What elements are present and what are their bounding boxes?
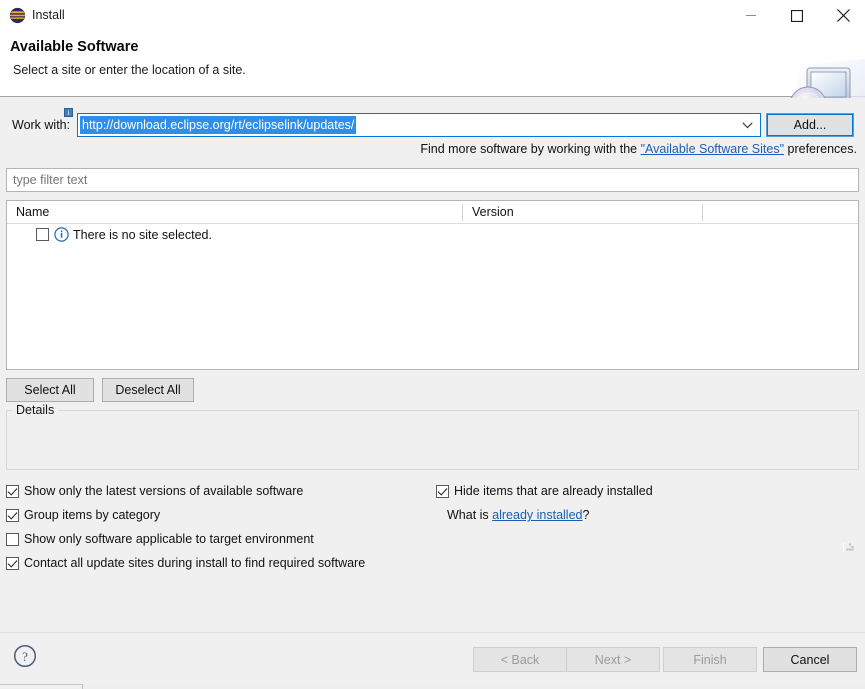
info-icon xyxy=(54,227,69,242)
column-header-name[interactable]: Name xyxy=(16,201,49,223)
deselect-all-button[interactable]: Deselect All xyxy=(102,378,194,402)
work-with-input[interactable]: http://download.eclipse.org/rt/eclipseli… xyxy=(80,116,357,134)
column-header-version[interactable]: Version xyxy=(472,201,514,223)
install-dialog: Install Available Software Select a site… xyxy=(0,0,865,680)
row-name-label: There is no site selected. xyxy=(73,228,212,242)
table-row[interactable]: There is no site selected. xyxy=(7,224,858,246)
available-software-sites-link[interactable]: "Available Software Sites" xyxy=(641,142,784,156)
column-divider[interactable] xyxy=(702,204,703,221)
next-button[interactable]: Next > xyxy=(566,647,660,672)
dialog-footer: ? < Back Next > Finish Cancel xyxy=(0,632,865,680)
checkbox-target-environment[interactable] xyxy=(6,533,19,546)
close-icon[interactable] xyxy=(820,0,865,31)
option-contact-update-sites-label: Contact all update sites during install … xyxy=(24,556,366,570)
checkbox-hide-installed[interactable] xyxy=(436,485,449,498)
window-title: Install xyxy=(32,8,65,22)
background-panel xyxy=(82,684,865,689)
checkbox-latest-versions[interactable] xyxy=(6,485,19,498)
what-is-suffix: ? xyxy=(582,508,590,522)
maximize-icon[interactable] xyxy=(774,0,820,31)
find-more-suffix: preferences. xyxy=(784,142,858,156)
checkbox-group-by-category[interactable] xyxy=(6,509,19,522)
option-group-by-category-label: Group items by category xyxy=(24,508,161,522)
page-subtitle: Select a site or enter the location of a… xyxy=(13,63,246,77)
page-title: Available Software xyxy=(10,39,139,55)
already-installed-link[interactable]: already installed xyxy=(492,508,582,522)
title-bar: Install xyxy=(0,0,865,32)
svg-text:?: ? xyxy=(22,649,28,664)
option-target-environment-label: Show only software applicable to target … xyxy=(24,532,314,546)
select-all-button[interactable]: Select All xyxy=(6,378,94,402)
eclipse-icon xyxy=(9,7,26,24)
find-more-software-text: Find more software by working with the "… xyxy=(420,142,857,156)
page-banner: Available Software Select a site or ente… xyxy=(0,32,865,124)
table-header: Name Version xyxy=(7,201,858,224)
add-button[interactable]: Add... xyxy=(766,113,854,137)
info-decoration-icon: i xyxy=(64,108,73,117)
option-hide-installed-label: Hide items that are already installed xyxy=(454,484,653,498)
work-with-label: Work with: xyxy=(12,118,71,132)
column-divider[interactable] xyxy=(462,204,463,221)
chevron-down-icon[interactable] xyxy=(742,114,753,136)
dialog-body: Work with: i http://download.eclipse.org… xyxy=(0,98,865,632)
minimize-icon[interactable] xyxy=(728,0,774,31)
find-more-prefix: Find more software by working with the xyxy=(420,142,641,156)
finish-button[interactable]: Finish xyxy=(663,647,757,672)
what-is-prefix: What is xyxy=(447,508,493,522)
back-button[interactable]: < Back xyxy=(473,647,567,672)
work-with-combo[interactable]: http://download.eclipse.org/rt/eclipseli… xyxy=(77,113,761,137)
checkbox-contact-update-sites[interactable] xyxy=(6,557,19,570)
details-panel xyxy=(6,410,859,470)
help-icon[interactable]: ? xyxy=(13,644,37,668)
resize-grip-icon[interactable] xyxy=(841,541,855,555)
filter-input[interactable]: type filter text xyxy=(6,168,859,192)
details-label: Details xyxy=(12,403,59,417)
cancel-button[interactable]: Cancel xyxy=(763,647,857,672)
what-is-already-installed-text: What is already installed? xyxy=(447,508,589,522)
software-table: Name Version There is no site selected. xyxy=(6,200,859,370)
option-latest-versions-label: Show only the latest versions of availab… xyxy=(24,484,304,498)
row-checkbox[interactable] xyxy=(36,228,49,241)
